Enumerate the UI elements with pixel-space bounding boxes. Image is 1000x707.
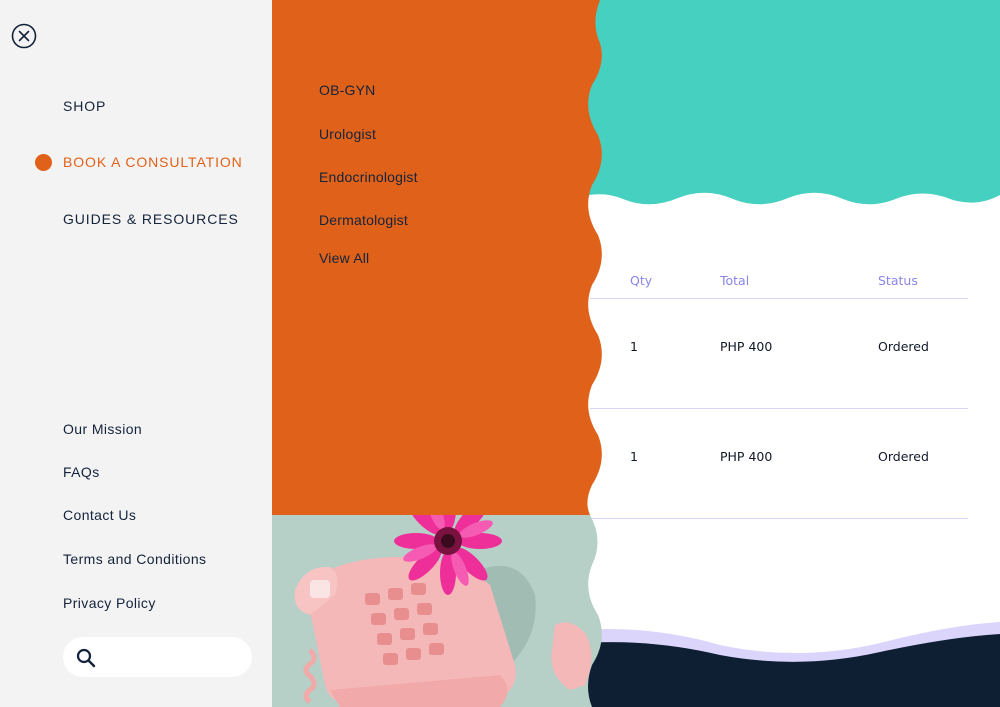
footer-link-faqs[interactable]: FAQs [63,464,100,480]
submenu-item-urologist[interactable]: Urologist [319,126,376,142]
cell-qty: 1 [630,449,638,464]
telephone-flower-photo [270,515,605,707]
submenu-item-ob-gyn[interactable]: OB-GYN [319,82,375,98]
search-icon[interactable] [75,647,97,669]
nav-item-book-a-consultation[interactable]: BOOK A CONSULTATION [63,154,243,170]
column-header-qty: Qty [630,273,653,288]
teal-wave-header [560,0,1000,205]
nav-drawer: SHOP BOOK A CONSULTATION GUIDES & RESOUR… [0,0,272,707]
navy-wave-footer [560,634,1000,707]
submenu-item-view-all[interactable]: View All [319,250,369,266]
cell-total: PHP 400 [720,339,773,354]
consultation-submenu: OB-GYN Urologist Endocrinologist Dermato… [270,0,605,515]
column-header-status: Status [878,273,918,288]
nav-item-shop[interactable]: SHOP [63,98,106,114]
footer-link-terms-and-conditions[interactable]: Terms and Conditions [63,551,206,567]
search-input[interactable] [105,646,240,668]
footer-link-contact-us[interactable]: Contact Us [63,507,136,523]
column-header-total: Total [720,273,750,288]
orders-table-header: Qty Total Status [590,260,968,299]
close-menu-button[interactable] [11,23,37,49]
table-row: 1 PHP 400 Ordered [590,409,968,519]
footer-link-privacy-policy[interactable]: Privacy Policy [63,595,156,611]
cell-total: PHP 400 [720,449,773,464]
cell-status: Ordered [878,449,929,464]
cell-status: Ordered [878,339,929,354]
footer-link-our-mission[interactable]: Our Mission [63,421,142,437]
submenu-item-endocrinologist[interactable]: Endocrinologist [319,169,418,185]
cell-qty: 1 [630,339,638,354]
search-box[interactable] [63,637,252,677]
active-indicator-dot [35,154,52,171]
orders-table: Qty Total Status 1 PHP 400 Ordered 1 PHP… [590,260,968,519]
submenu-item-dermatologist[interactable]: Dermatologist [319,212,408,228]
close-icon [11,23,37,49]
table-row: 1 PHP 400 Ordered [590,299,968,409]
nav-item-guides-resources[interactable]: GUIDES & RESOURCES [63,211,239,227]
